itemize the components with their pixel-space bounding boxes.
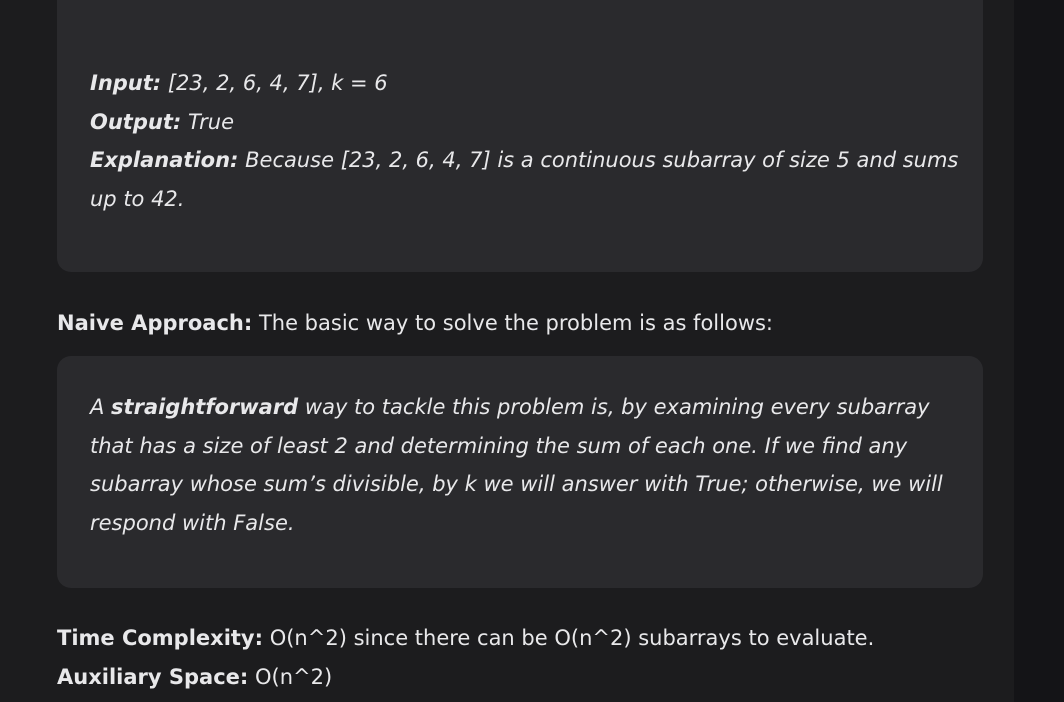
example-explanation-line: Explanation: Because [23, 2, 6, 4, 7] is… (90, 141, 958, 180)
time-complexity-value: O(n^2) since there can be O(n^2) subarra… (263, 626, 875, 650)
naive-box-line-2: that has a size of least 2 and determini… (90, 433, 908, 458)
right-gutter (1014, 0, 1064, 702)
example-input-line: Input: [23, 2, 6, 4, 7], k = 6 (90, 64, 950, 103)
explanation-label: Explanation: (90, 148, 239, 172)
auxiliary-space-value: O(n^2) (248, 665, 333, 689)
naive-approach-text: The basic way to solve the problem is as… (252, 311, 774, 335)
auxiliary-space-label: Auxiliary Space: (57, 665, 249, 689)
explanation-text: Because [23, 2, 6, 4, 7] is a continuous… (238, 148, 959, 172)
naive-approach-label: Naive Approach: (57, 311, 253, 335)
naive-box-line-4: respond with False. (90, 510, 295, 535)
output-value: True (181, 109, 235, 134)
example-explanation-continuation: up to 42. (90, 186, 185, 211)
auxiliary-space-paragraph: Auxiliary Space: O(n^2) (57, 657, 332, 697)
naive-approach-box: A straightforward way to tackle this pro… (57, 356, 983, 588)
input-value: [23, 2, 6, 4, 7], k = 6 (161, 71, 388, 95)
naive-box-line-3: subarray whose sum’s divisible, by k we … (90, 472, 943, 496)
example-output-line: Output: True (90, 103, 950, 142)
naive-box-line-1-pre: A (90, 395, 112, 419)
output-label: Output: (90, 109, 182, 134)
example-box: Input: [23, 2, 6, 4, 7], k = 6 Output: T… (57, 0, 983, 272)
time-complexity-label: Time Complexity: (57, 626, 264, 650)
input-label: Input: (90, 71, 162, 95)
naive-box-line-1: A straightforward way to tackle this pro… (90, 388, 950, 427)
naive-box-line-1-post: way to tackle this problem is, by examin… (298, 395, 930, 419)
time-complexity-paragraph: Time Complexity: O(n^2) since there can … (57, 618, 874, 658)
naive-approach-paragraph: Naive Approach: The basic way to solve t… (57, 303, 773, 343)
straightforward-emphasis: straightforward (111, 395, 299, 419)
article-page: Input: [23, 2, 6, 4, 7], k = 6 Output: T… (0, 0, 1064, 702)
